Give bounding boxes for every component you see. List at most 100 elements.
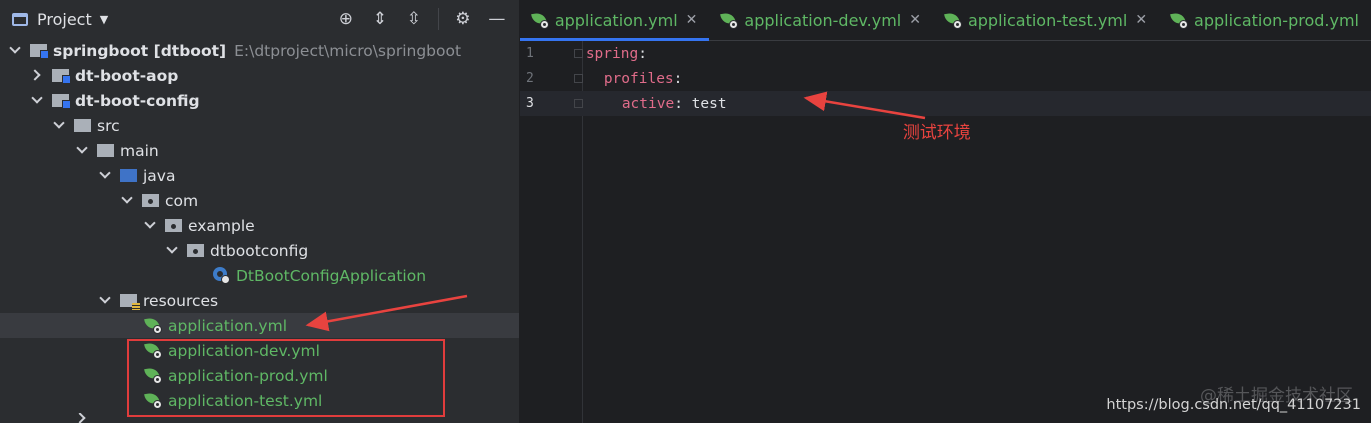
- package-icon: [187, 244, 204, 257]
- tree-item-dtbootconfigapplication[interactable]: DtBootConfigApplication: [0, 263, 519, 288]
- expand-all-icon[interactable]: ⇕: [370, 9, 390, 29]
- spring-yaml-icon: [144, 316, 162, 334]
- tree-item-label: dtbootconfig: [210, 241, 309, 260]
- chevron-down-icon[interactable]: [52, 119, 66, 133]
- close-icon[interactable]: ✕: [909, 12, 921, 28]
- tab-label: application-test.yml: [967, 10, 1128, 30]
- project-tree: springboot [dtboot] E:\dtproject\micro\s…: [0, 38, 519, 423]
- spring-yaml-icon: [1170, 11, 1189, 29]
- tree-item-label: dt-boot-aop: [75, 66, 179, 85]
- spring-boot-class-icon: [213, 267, 230, 284]
- tab-label: application.yml: [554, 10, 678, 30]
- tree-item-resources[interactable]: resources: [0, 288, 519, 313]
- tree-item-label: application.yml: [168, 316, 288, 335]
- watermark-url: https://blog.csdn.net/qq_41107231: [1106, 397, 1361, 413]
- tree-item-com[interactable]: com: [0, 188, 519, 213]
- tree-item-application-prod-yml[interactable]: application-prod.yml: [0, 363, 519, 388]
- tree-item-application-test-yml[interactable]: application-test.yml: [0, 388, 519, 413]
- project-panel: Project ▼ ⊕ ⇕ ⇳ ⚙ — springboot [dtboot] …: [0, 0, 519, 423]
- package-icon: [165, 219, 182, 232]
- line-number: 3: [525, 96, 534, 111]
- close-icon[interactable]: ✕: [1135, 12, 1147, 28]
- tab-application-prod-yml[interactable]: application-prod.yml: [1159, 0, 1371, 40]
- module-folder-icon: [30, 44, 49, 59]
- tree-item-label: example: [188, 216, 255, 235]
- tree-item-label: application-dev.yml: [168, 341, 320, 360]
- code-line[interactable]: 1 spring:: [520, 41, 1371, 66]
- code-line-current[interactable]: 3 active: test: [519, 91, 1371, 116]
- tree-item-dt-boot-aop[interactable]: dt-boot-aop: [0, 63, 519, 88]
- tree-item-label: DtBootConfigApplication: [236, 266, 427, 285]
- locate-icon[interactable]: ⊕: [336, 9, 356, 29]
- tree-item-label: com: [165, 191, 199, 210]
- chevron-down-icon[interactable]: [98, 169, 112, 183]
- editor-tabs: application.yml ✕ application-dev.yml ✕ …: [519, 0, 1371, 41]
- yaml-colon: :: [674, 95, 683, 112]
- tree-item-springboot[interactable]: springboot [dtboot] E:\dtproject\micro\s…: [0, 38, 519, 63]
- fold-marker-icon[interactable]: [573, 49, 583, 58]
- code-editor[interactable]: 1 spring: 2 profiles: 3 active: test: [519, 41, 1371, 423]
- tree-item-label: resources: [143, 291, 219, 310]
- chevron-down-icon[interactable]: [30, 94, 44, 108]
- tree-item-dtbootconfig[interactable]: dtbootconfig: [0, 238, 519, 263]
- tree-item-example[interactable]: example: [0, 213, 519, 238]
- line-number: 2: [525, 71, 534, 86]
- resources-folder-icon: [120, 294, 140, 310]
- project-view-selector[interactable]: Project ▼: [12, 10, 108, 29]
- tree-item-label: dt-boot-config: [75, 91, 200, 110]
- chevron-down-icon[interactable]: [98, 294, 112, 308]
- yaml-value: test: [691, 95, 727, 112]
- chevron-down-icon[interactable]: [120, 194, 134, 208]
- tree-item-application-yml[interactable]: application.yml: [0, 313, 519, 338]
- yaml-colon: :: [638, 45, 647, 62]
- chevron-down-icon[interactable]: [165, 244, 179, 258]
- tree-item-label: java: [143, 166, 176, 185]
- chevron-right-icon: [75, 413, 89, 423]
- tab-application-yml[interactable]: application.yml ✕: [519, 0, 710, 41]
- project-window-icon: [12, 12, 28, 26]
- code-text: profiles:: [604, 71, 683, 87]
- tab-label: application-dev.yml: [744, 10, 902, 30]
- module-folder-icon: [52, 94, 71, 109]
- tree-item-main[interactable]: main: [0, 138, 519, 163]
- project-title: Project: [37, 9, 92, 29]
- folder-icon: [74, 119, 91, 132]
- chevron-down-icon[interactable]: [75, 144, 89, 158]
- chevron-down-icon[interactable]: [8, 44, 22, 58]
- tree-item-label: main: [120, 141, 159, 160]
- tree-item-src[interactable]: src: [0, 113, 519, 138]
- spring-yaml-icon: [144, 391, 162, 409]
- project-panel-header: Project ▼ ⊕ ⇕ ⇳ ⚙ —: [0, 0, 519, 38]
- yaml-key: spring: [585, 45, 639, 62]
- chevron-down-icon: ▼: [99, 12, 109, 26]
- close-icon[interactable]: ✕: [686, 12, 698, 28]
- toolbar-divider: [437, 8, 439, 30]
- yaml-key: profiles: [603, 70, 674, 87]
- yaml-colon: :: [673, 70, 683, 87]
- project-path: E:\dtproject\micro\springboot: [234, 41, 462, 60]
- editor-area: application.yml ✕ application-dev.yml ✕ …: [519, 0, 1371, 423]
- tree-item-java[interactable]: java: [0, 163, 519, 188]
- spring-yaml-icon: [530, 11, 549, 29]
- fold-marker-icon[interactable]: [573, 74, 583, 83]
- code-text: active: test: [622, 96, 727, 112]
- gear-icon[interactable]: ⚙: [453, 9, 473, 29]
- minimize-icon[interactable]: —: [487, 9, 507, 29]
- tab-application-dev-yml[interactable]: application-dev.yml ✕: [709, 0, 933, 40]
- tree-item-application-dev-yml[interactable]: application-dev.yml: [0, 338, 519, 363]
- collapse-all-icon[interactable]: ⇳: [404, 9, 424, 29]
- ide-window: Project ▼ ⊕ ⇕ ⇳ ⚙ — springboot [dtboot] …: [0, 0, 1371, 423]
- tree-item-label: application-test.yml: [168, 391, 323, 410]
- tab-application-test-yml[interactable]: application-test.yml ✕: [933, 0, 1159, 40]
- module-folder-icon: [52, 69, 71, 84]
- tree-item-label: src: [97, 116, 120, 135]
- tree-item-label: springboot [dtboot]: [53, 41, 227, 60]
- fold-marker-icon[interactable]: [573, 99, 583, 108]
- code-line[interactable]: 2 profiles:: [520, 66, 1371, 91]
- package-icon: [142, 194, 159, 207]
- tree-item-partial: [0, 413, 519, 423]
- chevron-right-icon[interactable]: [30, 69, 44, 83]
- code-text: spring:: [586, 46, 647, 62]
- tree-item-dt-boot-config[interactable]: dt-boot-config: [0, 88, 519, 113]
- chevron-down-icon[interactable]: [143, 219, 157, 233]
